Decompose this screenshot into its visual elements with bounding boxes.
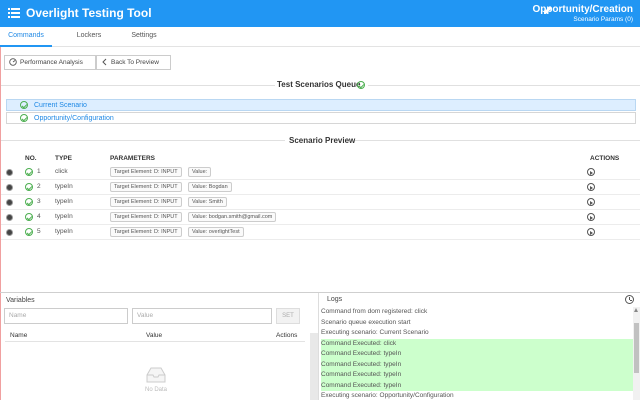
queue-item-label: Current Scenario — [34, 102, 87, 109]
target-chip: Target Element: D: INPUT — [110, 227, 182, 237]
logs-panel: Logs Command from dom registered: click … — [318, 293, 640, 400]
target-chip: Target Element: D: INPUT — [110, 197, 182, 207]
column-header-no: NO. — [25, 155, 37, 162]
row-number: 5 — [37, 228, 41, 235]
target-chip: Target Element: D: INPUT — [110, 212, 182, 222]
row-number: 2 — [37, 183, 41, 190]
log-line: Command Executed: typeIn — [321, 359, 633, 370]
record-dot-icon[interactable] — [6, 229, 13, 236]
back-to-preview-button[interactable]: Back To Preview — [96, 55, 171, 70]
scrollbar[interactable] — [310, 333, 318, 400]
log-line: Command Executed: typeIn — [321, 370, 633, 381]
record-dot-icon[interactable] — [6, 199, 13, 206]
value-chip: Value: bodgan.smith@gmail.com — [188, 212, 277, 222]
column-header-parameters: PARAMETERS — [110, 155, 156, 162]
chevron-left-icon — [102, 58, 107, 66]
play-icon[interactable] — [587, 228, 595, 236]
empty-text: No Data — [145, 387, 168, 393]
table-row: 3 typeIn Target Element: D: INPUT Value:… — [0, 195, 640, 210]
target-chip: Target Element: D: INPUT — [110, 167, 182, 177]
performance-label: Performance Analysis — [20, 59, 83, 66]
variables-title: Variables — [6, 297, 35, 304]
queue-item-current-scenario[interactable]: Current Scenario — [6, 99, 636, 111]
column-header-type: TYPE — [55, 155, 72, 162]
log-line: Command Executed: typeIn — [321, 380, 633, 391]
tab-bar: Commands Lockers Settings — [0, 27, 640, 47]
preview-title: Scenario Preview — [289, 136, 356, 145]
column-header-actions: ACTIONS — [590, 155, 620, 162]
queue-title: Test Scenarios Queue — [277, 80, 361, 89]
variable-value-input[interactable]: Value — [132, 308, 272, 324]
clock-icon[interactable] — [625, 295, 634, 304]
scrollbar-thumb[interactable] — [634, 323, 639, 373]
queue-item-label: Opportunity/Configuration — [34, 115, 114, 122]
record-dot-icon[interactable] — [6, 169, 13, 176]
check-circle-icon — [357, 81, 365, 89]
variables-panel: Variables Name Value SET Name Value Acti… — [0, 293, 310, 400]
column-header-value: Value — [146, 332, 163, 339]
check-circle-icon — [25, 183, 33, 191]
log-line: Executing scenario: Current Scenario — [321, 329, 429, 336]
log-line: Command Executed: click — [321, 338, 633, 349]
play-icon[interactable] — [587, 213, 595, 221]
row-type: typeIn — [55, 198, 73, 205]
target-chip: Target Element: D: INPUT — [110, 182, 182, 192]
tab-commands[interactable]: Commands — [0, 27, 52, 47]
set-button[interactable]: SET — [276, 308, 300, 324]
scroll-up-icon[interactable] — [634, 308, 638, 312]
value-chip: Value: overlightTest — [188, 227, 244, 237]
divider — [5, 341, 305, 342]
record-dot-icon[interactable] — [6, 214, 13, 221]
check-circle-icon — [25, 213, 33, 221]
check-circle-icon — [25, 198, 33, 206]
back-label: Back To Preview — [111, 59, 159, 66]
check-circle-icon — [20, 101, 28, 109]
play-icon[interactable] — [587, 198, 595, 206]
queue-item-opportunity-configuration[interactable]: Opportunity/Configuration — [6, 112, 636, 124]
row-type: click — [55, 168, 68, 175]
table-row: 4 typeIn Target Element: D: INPUT Value:… — [0, 210, 640, 225]
logs-title: Logs — [327, 296, 343, 303]
value-chip: Value: — [188, 167, 212, 177]
app-title: Overlight Testing Tool — [26, 6, 152, 20]
inbox-icon — [146, 367, 166, 383]
check-circle-icon — [20, 114, 28, 122]
divider — [0, 85, 275, 86]
variable-name-input[interactable]: Name — [4, 308, 128, 324]
column-header-actions: Actions — [276, 332, 298, 339]
record-title: Opportunity/Creation — [532, 4, 633, 15]
record-subtitle: Scenario Params (0) — [573, 16, 633, 23]
divider — [0, 140, 285, 141]
column-header-name: Name — [10, 332, 28, 339]
tab-settings[interactable]: Settings — [118, 27, 170, 47]
value-chip: Value: Smith — [188, 197, 227, 207]
menu-icon[interactable] — [8, 7, 20, 19]
value-chip: Value: Bogdan — [188, 182, 232, 192]
tab-lockers[interactable]: Lockers — [63, 27, 115, 47]
row-number: 1 — [37, 168, 41, 175]
table-row: 2 typeIn Target Element: D: INPUT Value:… — [0, 180, 640, 195]
divider — [355, 140, 640, 141]
row-number: 4 — [37, 213, 41, 220]
table-row: 5 typeIn Target Element: D: INPUT Value:… — [0, 225, 640, 240]
performance-analysis-button[interactable]: Performance Analysis — [4, 55, 96, 70]
table-row: 1 click Target Element: D: INPUT Value: — [0, 165, 640, 180]
row-type: typeIn — [55, 228, 73, 235]
record-dot-icon[interactable] — [6, 184, 13, 191]
speedometer-icon — [9, 58, 17, 67]
play-icon[interactable] — [587, 168, 595, 176]
check-circle-icon — [25, 228, 33, 236]
divider — [368, 85, 640, 86]
log-line: Scenario queue execution start — [321, 318, 411, 326]
log-line: Command from dom registered: click — [321, 308, 428, 315]
row-type: typeIn — [55, 183, 73, 190]
row-type: typeIn — [55, 213, 73, 220]
app-header: Overlight Testing Tool Opportunity/Creat… — [0, 0, 640, 27]
log-line: Command Executed: typeIn — [321, 349, 633, 360]
row-number: 3 — [37, 198, 41, 205]
play-icon[interactable] — [587, 183, 595, 191]
check-circle-icon — [25, 168, 33, 176]
